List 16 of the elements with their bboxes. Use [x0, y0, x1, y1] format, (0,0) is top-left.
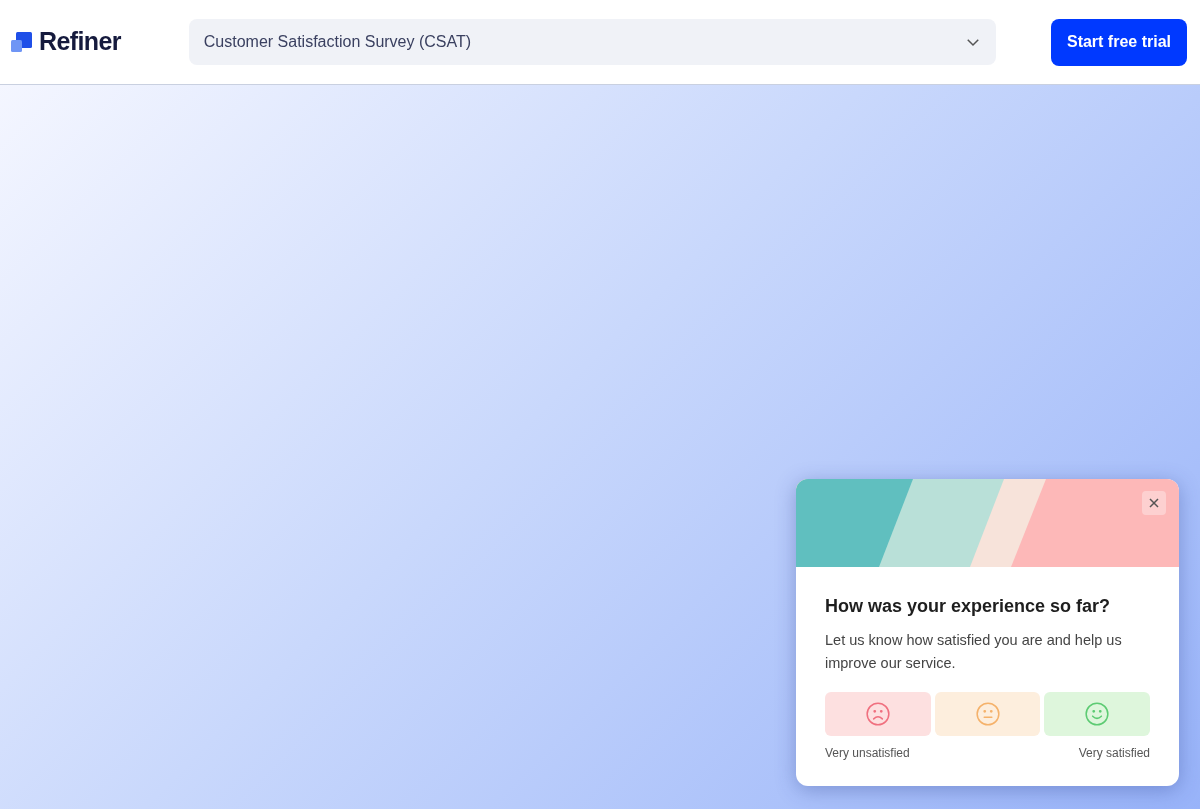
sad-face-icon [864, 701, 891, 727]
neutral-face-icon [974, 701, 1001, 727]
logo-icon [11, 31, 33, 53]
rating-option[interactable] [825, 692, 931, 736]
rating-option[interactable] [1044, 692, 1150, 736]
scale-label: Very satisfied [1078, 745, 1150, 762]
popup-description: Let us know how satisfied you are and help us improve our service. [825, 631, 1123, 673]
survey-dropdown[interactable]: Customer Satisfaction Survey (CSAT) [188, 19, 996, 65]
rating-option[interactable] [934, 692, 1041, 736]
start-trial-button[interactable]: Start free trial [1050, 18, 1187, 66]
smiley-face-icon [1084, 701, 1111, 727]
scale-label: Very unsatisfied [825, 745, 910, 762]
brand-name: Refiner [39, 26, 121, 58]
close-icon [1148, 497, 1160, 509]
popup-title: How was your experience so far? [825, 595, 1112, 618]
close-button[interactable] [1142, 491, 1166, 515]
